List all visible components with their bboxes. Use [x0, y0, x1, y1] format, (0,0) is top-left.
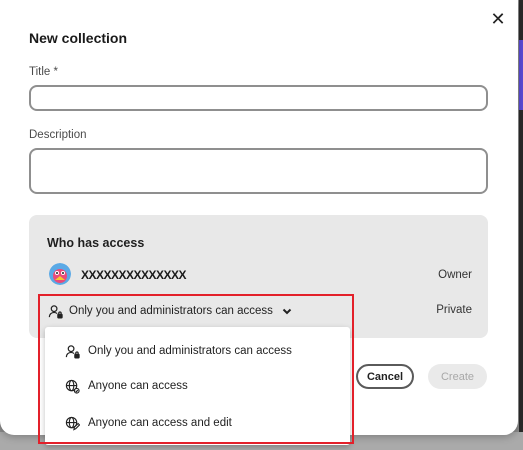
globe-edit-icon	[64, 415, 80, 431]
background-accent	[519, 40, 523, 110]
background-window-strip	[519, 0, 523, 450]
create-button[interactable]: Create	[428, 364, 487, 389]
title-label: Title *	[29, 66, 58, 78]
dialog-title: New collection	[29, 30, 128, 46]
owner-role: Owner	[438, 269, 472, 281]
menu-item-label: Anyone can access and edit	[88, 417, 232, 429]
person-lock-icon	[64, 343, 80, 359]
globe-icon	[64, 378, 80, 394]
close-icon: ✕	[490, 9, 506, 29]
menu-item-label: Anyone can access	[88, 380, 188, 392]
close-button[interactable]: ✕	[487, 8, 509, 30]
menu-item-only-you-and-admins[interactable]: Only you and administrators can access	[45, 334, 350, 368]
access-level-dropdown[interactable]: Only you and administrators can access	[47, 300, 295, 322]
access-heading: Who has access	[47, 236, 145, 250]
description-label: Description	[29, 129, 87, 141]
description-input[interactable]	[29, 148, 488, 194]
chevron-down-icon	[279, 303, 295, 319]
menu-item-label: Only you and administrators can access	[88, 345, 292, 357]
person-lock-icon	[47, 303, 63, 319]
menu-item-anyone-can-edit[interactable]: Anyone can access and edit	[45, 406, 350, 440]
title-input[interactable]	[29, 85, 488, 111]
cancel-button[interactable]: Cancel	[356, 364, 414, 389]
access-options-menu: Only you and administrators can access A…	[45, 327, 350, 445]
visibility-status: Private	[436, 304, 472, 316]
access-panel: Who has access XXXXXXXXXXXXXX Owner Only…	[29, 215, 488, 338]
avatar-icon	[49, 263, 71, 285]
menu-item-anyone-can-access[interactable]: Anyone can access	[45, 369, 350, 403]
access-level-label: Only you and administrators can access	[69, 305, 273, 317]
user-name: XXXXXXXXXXXXXX	[81, 268, 187, 282]
